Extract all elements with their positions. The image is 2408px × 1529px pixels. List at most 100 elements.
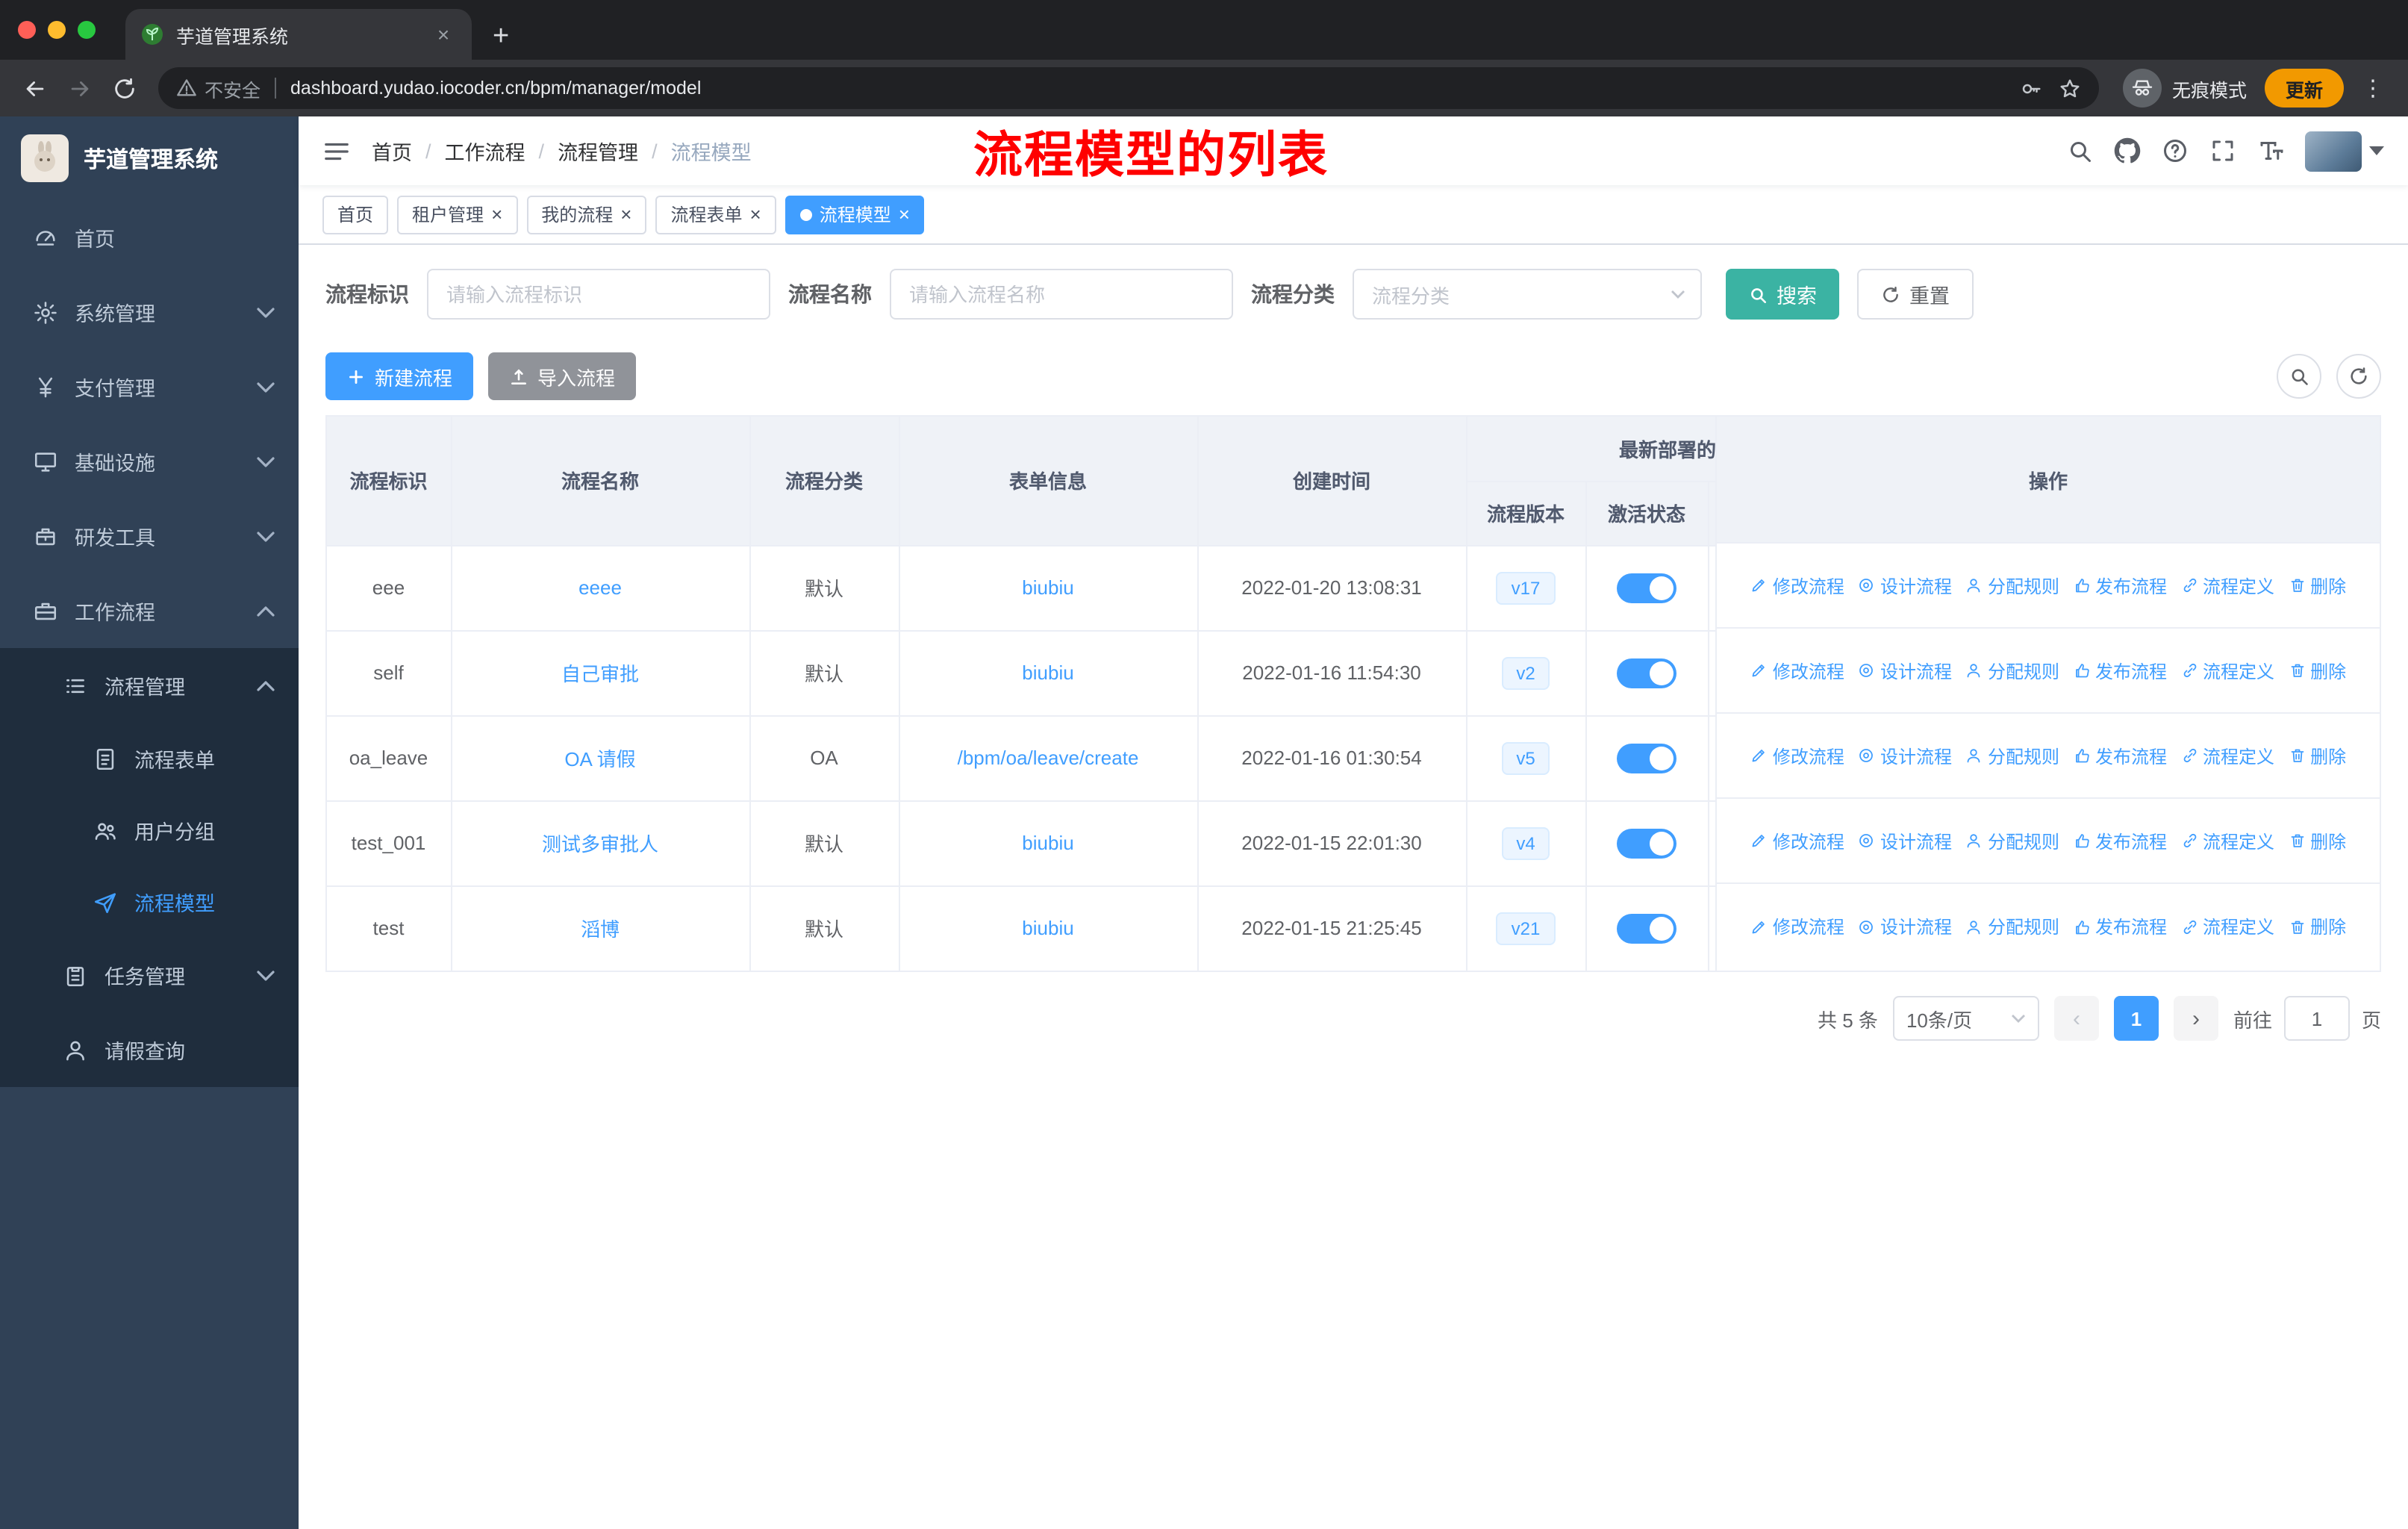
fullscreen-icon[interactable] [2209, 137, 2236, 164]
url-text[interactable]: dashboard.yudao.iocoder.cn/bpm/manager/m… [290, 78, 701, 99]
zoom-window-button[interactable] [78, 21, 96, 39]
sidebar-item-9[interactable]: 用户分组 [0, 794, 299, 866]
publish-process-link[interactable]: 发布流程 [2073, 743, 2167, 768]
breadcrumb-item-3[interactable]: 流程管理 [558, 136, 638, 166]
trash-process-link[interactable]: 删除 [2288, 914, 2346, 939]
sidebar-item-11[interactable]: 任务管理 [0, 938, 299, 1012]
sidebar-item-4[interactable]: 基础设施 [0, 424, 299, 499]
design-process-link[interactable]: 设计流程 [1858, 743, 1952, 768]
refresh-table-icon[interactable] [2336, 354, 2381, 399]
assign-process-link[interactable]: 分配规则 [1965, 914, 2059, 939]
reset-button[interactable]: 重置 [1857, 269, 1974, 320]
security-label[interactable]: 不安全 [205, 74, 261, 102]
update-button[interactable]: 更新 [2264, 69, 2344, 108]
cell-form-info-link[interactable]: biubiu [899, 545, 1198, 631]
forward-icon[interactable] [57, 66, 102, 110]
publish-process-link[interactable]: 发布流程 [2073, 658, 2167, 683]
import-process-button[interactable]: 导入流程 [488, 352, 637, 400]
view-tag-2[interactable]: 租户管理 × [397, 195, 518, 234]
url-bar[interactable]: 不安全 dashboard.yudao.iocoder.cn/bpm/manag… [158, 67, 2099, 109]
sidebar-item-5[interactable]: 研发工具 [0, 499, 299, 573]
tag-close-icon[interactable]: × [491, 205, 502, 224]
tab-close-icon[interactable]: × [430, 21, 457, 48]
active-toggle[interactable] [1617, 658, 1676, 688]
help-icon[interactable] [2162, 137, 2189, 164]
edit-process-link[interactable]: 修改流程 [1750, 914, 1844, 939]
assign-process-link[interactable]: 分配规则 [1965, 658, 2059, 683]
back-icon[interactable] [12, 66, 57, 110]
definition-process-link[interactable]: 流程定义 [2180, 914, 2274, 939]
assign-process-link[interactable]: 分配规则 [1965, 828, 2059, 853]
search-icon[interactable] [2066, 137, 2093, 164]
sidebar-item-12[interactable]: 请假查询 [0, 1012, 299, 1087]
active-toggle[interactable] [1617, 743, 1676, 773]
sidebar-item-6[interactable]: 工作流程 [0, 573, 299, 648]
page-number-1[interactable]: 1 [2113, 996, 2159, 1041]
sidebar-item-10[interactable]: 流程模型 [0, 866, 299, 938]
cell-form-info-link[interactable]: biubiu [899, 800, 1198, 886]
cell-process-name-link[interactable]: 自己审批 [451, 630, 750, 716]
next-page-button[interactable]: › [2173, 996, 2218, 1041]
design-process-link[interactable]: 设计流程 [1858, 658, 1952, 683]
trash-process-link[interactable]: 删除 [2288, 658, 2346, 683]
minimize-window-button[interactable] [48, 21, 66, 39]
prev-page-button[interactable]: ‹ [2053, 996, 2099, 1041]
edit-process-link[interactable]: 修改流程 [1750, 658, 1844, 683]
cell-form-info-link[interactable]: biubiu [899, 630, 1198, 716]
user-avatar[interactable] [2305, 131, 2384, 171]
font-size-icon[interactable] [2257, 137, 2284, 164]
breadcrumb-item-2[interactable]: 工作流程 [445, 136, 525, 166]
sidebar-item-2[interactable]: 系统管理 [0, 275, 299, 349]
publish-process-link[interactable]: 发布流程 [2073, 914, 2167, 939]
process-name-input[interactable] [890, 269, 1233, 320]
active-toggle[interactable] [1617, 828, 1676, 858]
sidebar-item-3[interactable]: 支付管理 [0, 349, 299, 424]
process-id-input[interactable] [427, 269, 770, 320]
cell-process-name-link[interactable]: 滔博 [451, 885, 750, 971]
password-key-icon[interactable] [2012, 69, 2051, 108]
definition-process-link[interactable]: 流程定义 [2180, 573, 2274, 598]
view-tag-3[interactable]: 我的流程 × [526, 195, 647, 234]
cell-process-name-link[interactable]: OA 请假 [451, 715, 750, 801]
tag-close-icon[interactable]: × [620, 205, 631, 224]
toggle-search-icon[interactable] [2277, 354, 2321, 399]
active-toggle[interactable] [1617, 573, 1676, 602]
tag-close-icon[interactable]: × [899, 205, 910, 224]
view-tag-4[interactable]: 流程表单 × [655, 195, 776, 234]
view-tag-5[interactable]: 流程模型 × [785, 195, 925, 234]
definition-process-link[interactable]: 流程定义 [2180, 658, 2274, 683]
breadcrumb-item-1[interactable]: 首页 [372, 136, 412, 166]
tag-close-icon[interactable]: × [750, 205, 761, 224]
cell-form-info-link[interactable]: biubiu [899, 885, 1198, 971]
bookmark-star-icon[interactable] [2051, 69, 2090, 108]
trash-process-link[interactable]: 删除 [2288, 828, 2346, 853]
sidebar-logo[interactable]: 芋道管理系统 [0, 116, 299, 200]
close-window-button[interactable] [18, 21, 36, 39]
create-process-button[interactable]: 新建流程 [325, 352, 474, 400]
page-size-select[interactable]: 10条/页 [1892, 996, 2039, 1041]
cell-form-info-link[interactable]: /bpm/oa/leave/create [899, 715, 1198, 801]
github-icon[interactable] [2114, 137, 2141, 164]
publish-process-link[interactable]: 发布流程 [2073, 828, 2167, 853]
reload-icon[interactable] [102, 66, 146, 110]
view-tag-1[interactable]: 首页 [322, 195, 389, 234]
hamburger-icon[interactable] [322, 137, 351, 165]
design-process-link[interactable]: 设计流程 [1858, 914, 1952, 939]
edit-process-link[interactable]: 修改流程 [1750, 743, 1844, 768]
category-select[interactable]: 流程分类 [1353, 269, 1702, 320]
cell-process-name-link[interactable]: eeee [451, 545, 750, 631]
sidebar-item-8[interactable]: 流程表单 [0, 723, 299, 794]
assign-process-link[interactable]: 分配规则 [1965, 743, 2059, 768]
design-process-link[interactable]: 设计流程 [1858, 828, 1952, 853]
browser-tab[interactable]: 芋道管理系统 × [125, 9, 472, 60]
sidebar-item-7[interactable]: 流程管理 [0, 648, 299, 723]
edit-process-link[interactable]: 修改流程 [1750, 573, 1844, 598]
publish-process-link[interactable]: 发布流程 [2073, 573, 2167, 598]
cell-process-name-link[interactable]: 测试多审批人 [451, 800, 750, 886]
edit-process-link[interactable]: 修改流程 [1750, 828, 1844, 853]
sidebar-item-1[interactable]: 首页 [0, 200, 299, 275]
active-toggle[interactable] [1617, 913, 1676, 944]
definition-process-link[interactable]: 流程定义 [2180, 743, 2274, 768]
assign-process-link[interactable]: 分配规则 [1965, 573, 2059, 598]
trash-process-link[interactable]: 删除 [2288, 743, 2346, 768]
